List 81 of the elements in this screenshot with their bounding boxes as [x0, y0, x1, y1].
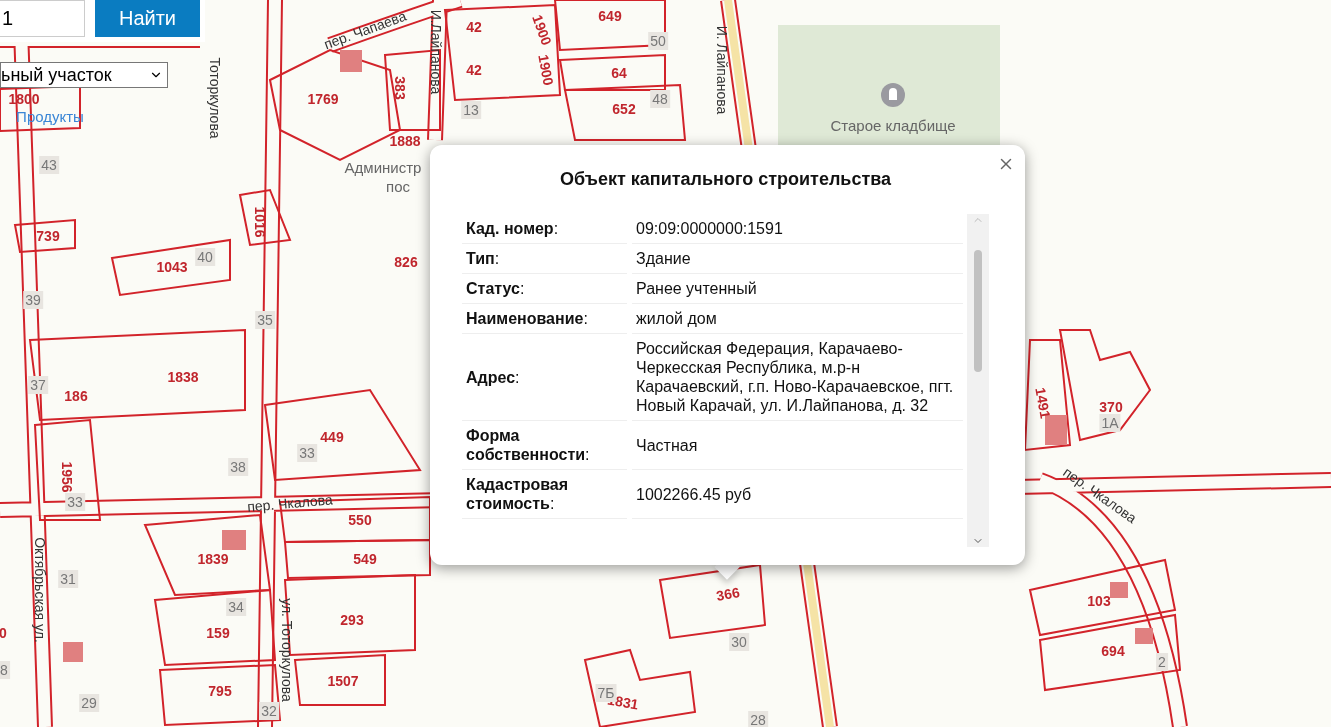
parcel-number: 103: [1087, 594, 1111, 608]
parcel-number: 694: [1101, 644, 1125, 658]
house-number: 50: [648, 32, 668, 50]
place-name: пос: [386, 178, 410, 194]
parcel-number: 159: [206, 626, 230, 640]
house-number: 8: [0, 661, 10, 679]
parcel-number: 449: [320, 430, 344, 444]
house-number: 48: [650, 90, 670, 108]
popup-title: Объект капитального строительства: [558, 169, 893, 190]
house-number: 29: [79, 694, 99, 712]
field-value: 1002266.45 руб: [632, 470, 963, 519]
house-number: 37: [28, 376, 48, 394]
parcel-number: 1043: [156, 260, 188, 274]
house-number: 2: [1156, 653, 1168, 671]
parcel-number: 652: [612, 102, 636, 116]
house-number: 30: [729, 633, 749, 651]
find-button[interactable]: Найти: [95, 0, 200, 37]
parcel-number: 42: [466, 20, 482, 34]
house-number: 38: [228, 458, 248, 476]
parcel-number: 42: [466, 63, 482, 77]
field-value: 09:09:0000000:1591: [632, 214, 963, 244]
field-label: Адрес:: [462, 334, 627, 421]
parcel-number: 1016: [253, 206, 267, 238]
parcel-number: 186: [64, 389, 88, 403]
parcel-number: 649: [598, 9, 622, 23]
parcel-number: 383: [393, 76, 407, 100]
street-name: И.Лайпанова: [429, 9, 443, 95]
house-number: 40: [195, 248, 215, 266]
street-name: И. Лайпанова: [715, 25, 729, 115]
parcel-number: 370: [1099, 400, 1123, 414]
parcel-number: 1491: [1033, 386, 1053, 420]
house-number: 43: [39, 156, 59, 174]
field-value: Российская Федерация, Карачаево-Черкесская Республика, м.р-н Карачаевский, г.п. Ново-Карачаевское, пгт. Новый Карачай, ул. И.Лайпанова, д. 32: [632, 334, 963, 421]
house-number: 32: [259, 702, 279, 720]
field-value: Частная: [632, 421, 963, 470]
house-number: 28: [748, 711, 768, 727]
field-label: Кадастровая стоимость:: [462, 470, 627, 519]
street-name: ул. Тоторкулова: [280, 598, 294, 702]
parcel-number: 1507: [327, 674, 359, 688]
parcel-number: 1956: [60, 461, 74, 493]
scrollbar-thumb[interactable]: [974, 249, 982, 372]
parcel-number: 64: [611, 66, 627, 80]
house-number: 1А: [1099, 414, 1121, 432]
parcel-number: 1900: [530, 12, 554, 48]
parcel-number: 549: [353, 552, 377, 566]
field-value: жилой дом: [632, 304, 963, 334]
street-name: Октябрьская ул.: [33, 537, 47, 643]
place-name: Старое кладбище: [830, 117, 956, 133]
house-number: 33: [65, 493, 85, 511]
parcel-number: 1900: [536, 53, 556, 87]
search-field[interactable]: 1: [0, 0, 85, 37]
field-value: Ранее учтенный: [632, 274, 963, 304]
parcel-number: 1838: [167, 370, 199, 384]
parcel-number: 0: [0, 626, 7, 640]
scrollbar[interactable]: [967, 214, 989, 547]
parcel-number: 739: [36, 229, 60, 243]
parcel-number: 1839: [197, 552, 229, 566]
parcel-number: 366: [715, 585, 741, 603]
house-number: 13: [461, 101, 481, 119]
place-name: Администр: [344, 159, 422, 175]
house-number: 31: [58, 570, 78, 588]
cemetery-icon: [881, 83, 905, 107]
parcel-number: 826: [394, 255, 418, 269]
house-number: 39: [23, 291, 43, 309]
street-name: Тоторкулова: [208, 57, 222, 139]
layer-select[interactable]: ьный участок: [0, 62, 168, 88]
field-label: Тип:: [462, 244, 627, 274]
field-label: Статус:: [462, 274, 627, 304]
house-number: 35: [255, 311, 275, 329]
field-label: Кад. номер:: [462, 214, 627, 244]
parcel-number: 795: [208, 684, 232, 698]
field-value: Здание: [632, 244, 963, 274]
parcel-number: 550: [348, 513, 372, 527]
parcel-number: 1888: [389, 134, 421, 148]
parcel-number: 1769: [307, 92, 339, 106]
street-name: пер. Чкалова: [246, 492, 334, 514]
field-label: Форма собственности:: [462, 421, 627, 470]
parcel-number: 293: [340, 613, 364, 627]
house-number: 33: [297, 444, 317, 462]
house-number: 34: [226, 598, 246, 616]
field-label: Наименование:: [462, 304, 627, 334]
